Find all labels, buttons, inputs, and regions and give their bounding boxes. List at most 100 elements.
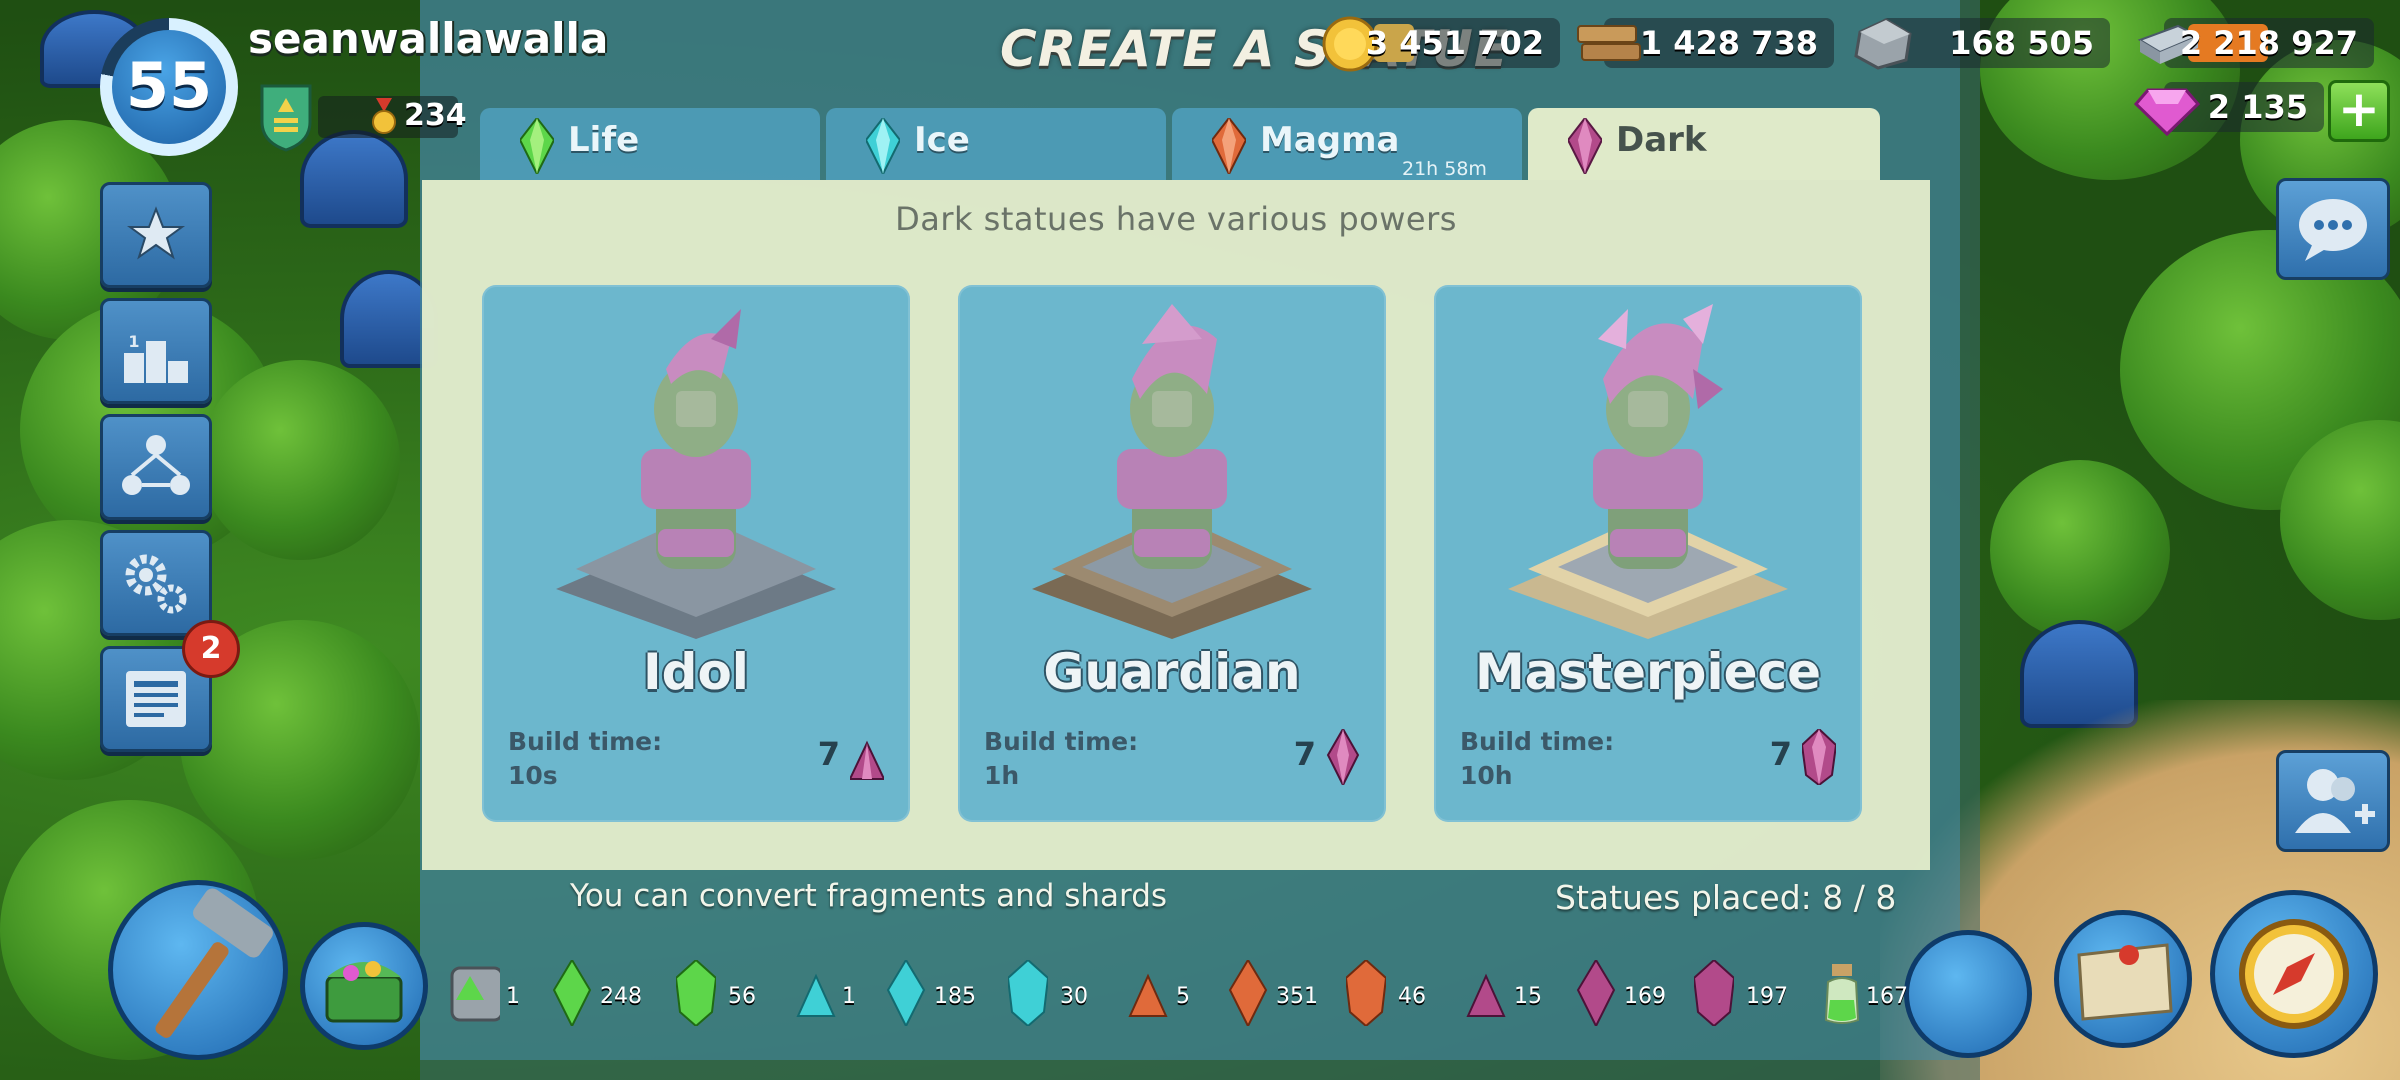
tab-magma[interactable]: Magma 21h 58m bbox=[1172, 108, 1522, 180]
dark-crystal-icon bbox=[1568, 118, 1602, 174]
dark-fragment-count: 15 bbox=[1514, 984, 1542, 1009]
add-friend-icon bbox=[2295, 769, 2375, 833]
dark-crystal-icon bbox=[1694, 960, 1734, 1026]
life-shard-icon bbox=[552, 960, 592, 1026]
map-button[interactable] bbox=[2054, 910, 2192, 1048]
compass-button[interactable] bbox=[2210, 890, 2378, 1058]
magma-shard-count: 351 bbox=[1276, 984, 1318, 1009]
statue-card-idol[interactable]: Idol Build time: 10s 7 bbox=[482, 285, 910, 822]
stone-resource[interactable]: 168 505 bbox=[1854, 18, 2110, 70]
tab-magma-timer: 21h 58m bbox=[1402, 158, 1487, 180]
player-name[interactable]: seanwallawalla bbox=[248, 14, 608, 63]
newspaper-icon bbox=[126, 671, 186, 727]
podium-icon: 1 bbox=[124, 332, 188, 383]
rank-shield-icon[interactable] bbox=[258, 82, 314, 152]
ice-fragment-icon bbox=[796, 973, 836, 1017]
statue-card-guardian[interactable]: Guardian Build time: 1h 7 bbox=[958, 285, 1386, 822]
tab-magma-label: Magma bbox=[1260, 120, 1400, 160]
gold-resource[interactable]: 3 451 702 bbox=[1322, 16, 1560, 72]
tab-life[interactable]: Life bbox=[480, 108, 820, 180]
tab-ice-label: Ice bbox=[914, 120, 970, 160]
iron-value: 2 218 927 bbox=[2179, 24, 2358, 62]
upgrade-count: 1 bbox=[506, 984, 520, 1009]
task-force-button[interactable] bbox=[100, 414, 212, 520]
idol-statue-image bbox=[556, 309, 836, 639]
compass-icon bbox=[2239, 919, 2349, 1029]
news-notification-badge: 2 bbox=[182, 620, 240, 678]
wood-planks-icon bbox=[1577, 25, 1641, 61]
diamond-icon bbox=[2134, 88, 2201, 137]
tab-dark[interactable]: Dark bbox=[1528, 108, 1880, 180]
statue-cost: 7 bbox=[817, 735, 840, 773]
stars-icon bbox=[126, 206, 186, 260]
build-time-value: 10s bbox=[508, 761, 558, 790]
statue-name: Masterpiece bbox=[1474, 643, 1822, 701]
masterpiece-statue-image bbox=[1508, 304, 1788, 639]
convert-hint: You can convert fragments and shards bbox=[570, 878, 1168, 914]
gold-value: 3 451 702 bbox=[1365, 24, 1544, 62]
build-time-label: Build time: bbox=[1460, 727, 1615, 756]
magma-fragment-icon bbox=[1128, 973, 1168, 1017]
statue-panel: Dark statues have various powers Idol Bu… bbox=[422, 180, 1930, 870]
panel-subtitle: Dark statues have various powers bbox=[895, 200, 1457, 238]
diamond-resource[interactable]: 2 135 bbox=[2134, 82, 2324, 137]
network-icon bbox=[122, 435, 190, 495]
player-level-badge[interactable]: 55 bbox=[100, 18, 238, 156]
magma-shard-icon bbox=[1228, 960, 1268, 1026]
powder-count: 167 bbox=[1866, 984, 1908, 1009]
stone-value: 168 505 bbox=[1949, 24, 2094, 62]
life-shard-count: 56 bbox=[728, 984, 756, 1009]
dark-shard-icon bbox=[1576, 960, 1616, 1026]
wood-resource[interactable]: 1 428 738 bbox=[1577, 18, 1834, 68]
ice-shard-count: 185 bbox=[934, 984, 976, 1009]
statues-placed-counter: Statues placed: 8 / 8 bbox=[1555, 878, 1897, 917]
stars-button[interactable] bbox=[100, 182, 212, 288]
upgrade-safe-icon bbox=[450, 966, 500, 1022]
statue-upgrade-inventory[interactable]: 1 bbox=[440, 960, 550, 1024]
magma-crystal-icon bbox=[1346, 960, 1386, 1026]
gear-icon bbox=[125, 554, 187, 614]
diamond-value: 2 135 bbox=[2207, 88, 2308, 126]
statue-cost: 7 bbox=[1293, 735, 1316, 773]
hammer-icon bbox=[155, 888, 273, 1038]
iron-resource[interactable]: 2 218 927 bbox=[2137, 18, 2374, 68]
chat-bubble-icon bbox=[2299, 199, 2367, 261]
statue-card-list: Idol Build time: 10s 7 Guardian Build ti… bbox=[482, 285, 1882, 825]
treasure-button[interactable] bbox=[300, 922, 428, 1050]
treasure-chest-icon bbox=[325, 961, 403, 1023]
chat-button[interactable] bbox=[2276, 178, 2390, 280]
ice-fragment-count: 1 bbox=[842, 984, 856, 1009]
svg-text:1: 1 bbox=[128, 332, 139, 351]
settings-button[interactable] bbox=[100, 530, 212, 636]
player-level: 55 bbox=[125, 49, 213, 122]
life-crystal-icon bbox=[520, 118, 554, 174]
build-time-value: 10h bbox=[1460, 761, 1513, 790]
medal-count: 234 bbox=[404, 98, 467, 133]
statue-card-masterpiece[interactable]: Masterpiece Build time: 10h 7 bbox=[1434, 285, 1862, 822]
stone-block-icon bbox=[1854, 18, 1912, 70]
statue-cost: 7 bbox=[1769, 735, 1792, 773]
life-crystal-icon bbox=[676, 960, 716, 1026]
leaderboard-button[interactable]: 1 bbox=[100, 298, 212, 404]
add-diamonds-button[interactable]: + bbox=[2328, 80, 2390, 142]
medal-icon bbox=[372, 98, 396, 134]
dark-crystal-count: 197 bbox=[1746, 984, 1788, 1009]
build-time-label: Build time: bbox=[984, 727, 1139, 756]
build-time-label: Build time: bbox=[508, 727, 663, 756]
ice-crystal-icon bbox=[1008, 960, 1048, 1026]
dark-shard-count: 169 bbox=[1624, 984, 1666, 1009]
map-icon bbox=[2077, 943, 2173, 1021]
magma-crystal-count: 46 bbox=[1398, 984, 1426, 1009]
friends-button[interactable] bbox=[2276, 750, 2390, 852]
tab-ice[interactable]: Ice bbox=[826, 108, 1166, 180]
build-button[interactable] bbox=[108, 880, 288, 1060]
statue-name: Guardian bbox=[1043, 643, 1301, 701]
build-time-value: 1h bbox=[984, 761, 1020, 790]
dark-fragment-icon bbox=[850, 740, 884, 780]
harbor-button[interactable] bbox=[1904, 930, 2032, 1058]
ice-shard-icon bbox=[886, 960, 926, 1026]
tab-life-label: Life bbox=[568, 120, 640, 160]
life-fragment-count: 248 bbox=[600, 984, 642, 1009]
tab-dark-label: Dark bbox=[1616, 120, 1707, 160]
ice-crystal-count: 30 bbox=[1060, 984, 1088, 1009]
